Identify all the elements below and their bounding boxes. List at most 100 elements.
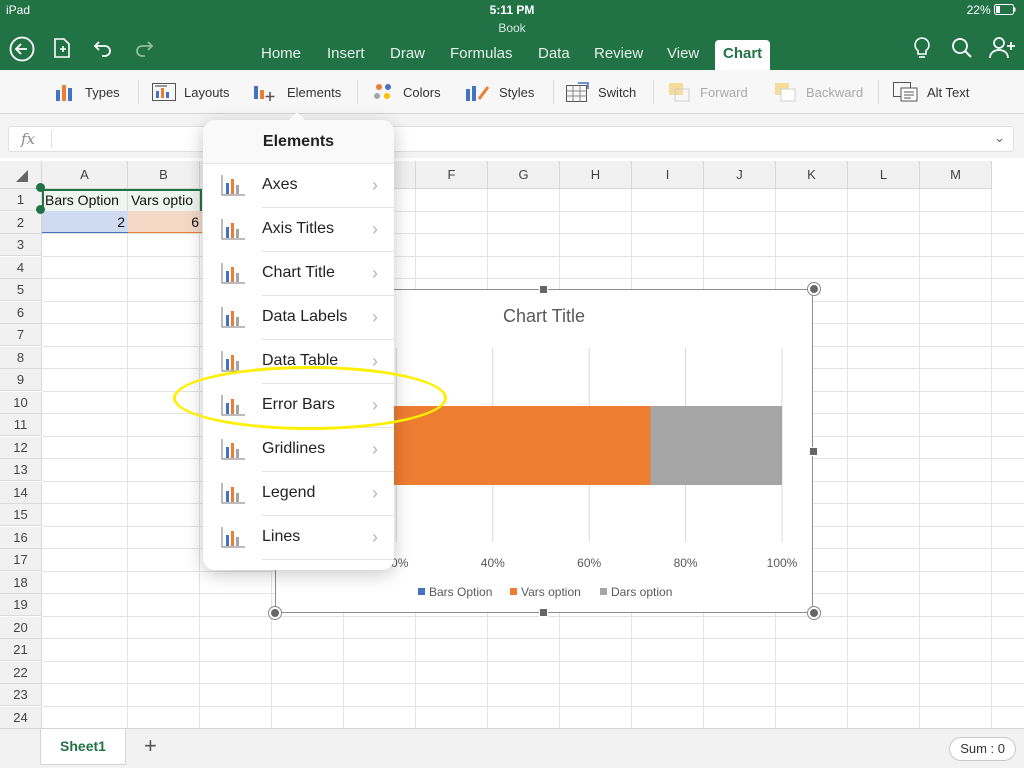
tab-view[interactable]: View bbox=[667, 45, 699, 62]
column-header[interactable]: A bbox=[42, 161, 128, 189]
element-item-lines[interactable]: Lines › bbox=[203, 516, 394, 560]
row-header[interactable]: 9 bbox=[0, 369, 42, 391]
row-header[interactable]: 7 bbox=[0, 324, 42, 346]
row-header[interactable]: 12 bbox=[0, 436, 42, 459]
column-header[interactable]: I bbox=[632, 161, 704, 189]
colors-button[interactable]: Colors bbox=[373, 82, 441, 102]
selection-handle[interactable] bbox=[36, 183, 45, 192]
element-item-chart-title[interactable]: Chart Title › bbox=[203, 252, 394, 296]
tab-home[interactable]: Home bbox=[261, 45, 301, 62]
tab-chart[interactable]: Chart bbox=[715, 40, 771, 70]
sheet-tab-sheet1[interactable]: Sheet1 bbox=[40, 729, 126, 765]
toolbar-divider bbox=[653, 80, 654, 104]
element-item-data-labels[interactable]: Data Labels › bbox=[203, 296, 394, 340]
elements-popover: Elements Axes › Axis Titles › Chart Title › Da… bbox=[203, 120, 394, 570]
column-header[interactable]: F bbox=[416, 161, 488, 189]
chart-resize-handle[interactable] bbox=[269, 607, 281, 619]
row-header[interactable]: 3 bbox=[0, 234, 42, 256]
legend-icon bbox=[221, 483, 245, 504]
row-header[interactable]: 15 bbox=[0, 504, 42, 526]
formula-bar[interactable]: fx ⌄ bbox=[8, 126, 1014, 152]
row-header[interactable]: 20 bbox=[0, 616, 42, 639]
chart-resize-handle[interactable] bbox=[808, 607, 820, 619]
backward-button[interactable]: Backward bbox=[774, 82, 863, 102]
chart-types-icon bbox=[56, 85, 72, 101]
column-gridline bbox=[127, 189, 128, 728]
undo-icon[interactable] bbox=[92, 38, 114, 58]
column-header[interactable]: G bbox=[488, 161, 560, 189]
tab-insert[interactable]: Insert bbox=[327, 45, 365, 62]
alt-text-button[interactable]: Alt Text bbox=[893, 82, 969, 102]
cell-a2[interactable]: 2 bbox=[42, 211, 128, 233]
types-label: Types bbox=[85, 84, 120, 100]
tab-review[interactable]: Review bbox=[594, 45, 643, 62]
row-header[interactable]: 23 bbox=[0, 684, 42, 706]
row-header[interactable]: 8 bbox=[0, 346, 42, 369]
element-item-axes[interactable]: Axes › bbox=[203, 164, 394, 208]
elements-button[interactable]: Elements bbox=[253, 82, 341, 102]
types-button[interactable]: Types bbox=[55, 82, 120, 102]
legend-swatch bbox=[418, 588, 425, 595]
column-header[interactable]: M bbox=[920, 161, 992, 189]
row-header[interactable]: 10 bbox=[0, 391, 42, 414]
layouts-button[interactable]: Layouts bbox=[152, 82, 230, 102]
tab-data[interactable]: Data bbox=[538, 45, 570, 62]
selection-handle[interactable] bbox=[36, 205, 45, 214]
row-header[interactable]: 21 bbox=[0, 639, 42, 661]
back-icon[interactable] bbox=[9, 36, 35, 62]
tab-formulas[interactable]: Formulas bbox=[450, 45, 513, 62]
colors-label: Colors bbox=[403, 84, 441, 100]
element-item-gridlines[interactable]: Gridlines › bbox=[203, 428, 394, 472]
search-icon[interactable] bbox=[951, 37, 973, 59]
row-header[interactable]: 16 bbox=[0, 526, 42, 549]
column-header[interactable]: B bbox=[128, 161, 200, 189]
redo-icon[interactable] bbox=[133, 38, 155, 58]
styles-button[interactable]: Styles bbox=[465, 82, 534, 102]
row-header[interactable]: 24 bbox=[0, 706, 42, 728]
element-item-legend[interactable]: Legend › bbox=[203, 472, 394, 516]
lightbulb-icon[interactable] bbox=[912, 36, 932, 60]
add-sheet-button[interactable]: + bbox=[144, 733, 157, 759]
row-header[interactable]: 22 bbox=[0, 661, 42, 684]
column-header[interactable]: K bbox=[776, 161, 848, 189]
row-header[interactable]: 11 bbox=[0, 414, 42, 436]
chart-resize-handle[interactable] bbox=[539, 608, 548, 617]
formula-divider bbox=[51, 130, 52, 148]
row-header[interactable]: 4 bbox=[0, 256, 42, 279]
row-gridline bbox=[42, 638, 1024, 639]
chart-resize-handle[interactable] bbox=[809, 447, 818, 456]
column-header[interactable]: L bbox=[848, 161, 920, 189]
row-header[interactable]: 2 bbox=[0, 211, 42, 234]
element-item-axis-titles[interactable]: Axis Titles › bbox=[203, 208, 394, 252]
popover-arrow bbox=[288, 112, 306, 121]
row-header[interactable]: 19 bbox=[0, 594, 42, 616]
chevron-right-icon: › bbox=[372, 175, 378, 195]
battery-percent: 22% bbox=[966, 3, 991, 17]
chart-resize-handle[interactable] bbox=[808, 283, 820, 295]
cell-b1[interactable]: Vars optio bbox=[128, 189, 202, 211]
row-header[interactable]: 18 bbox=[0, 571, 42, 594]
row-header[interactable]: 6 bbox=[0, 301, 42, 324]
column-header[interactable]: H bbox=[560, 161, 632, 189]
tab-draw[interactable]: Draw bbox=[390, 45, 425, 62]
add-person-icon[interactable] bbox=[989, 36, 1017, 60]
row-header[interactable]: 13 bbox=[0, 459, 42, 481]
chart-resize-handle[interactable] bbox=[539, 285, 548, 294]
forward-button[interactable]: Forward bbox=[668, 82, 748, 102]
row-header[interactable]: 5 bbox=[0, 279, 42, 301]
file-icon[interactable] bbox=[51, 37, 73, 59]
status-sum[interactable]: Sum : 0 bbox=[949, 737, 1016, 761]
cell-b2[interactable]: 6 bbox=[128, 211, 202, 233]
switch-button[interactable]: Switch bbox=[566, 82, 636, 102]
row-gridline bbox=[42, 705, 1024, 707]
alt-text-icon bbox=[893, 82, 918, 102]
row-gridline bbox=[42, 255, 1024, 257]
row-gridline bbox=[42, 683, 1024, 684]
element-item-label: Chart Title bbox=[262, 264, 335, 281]
column-header[interactable]: J bbox=[704, 161, 776, 189]
row-header[interactable]: 17 bbox=[0, 549, 42, 571]
column-gridline bbox=[847, 189, 848, 728]
cell-a1[interactable]: Bars Option bbox=[42, 189, 128, 211]
chevron-down-icon[interactable]: ⌄ bbox=[994, 130, 1005, 146]
row-header[interactable]: 14 bbox=[0, 481, 42, 504]
